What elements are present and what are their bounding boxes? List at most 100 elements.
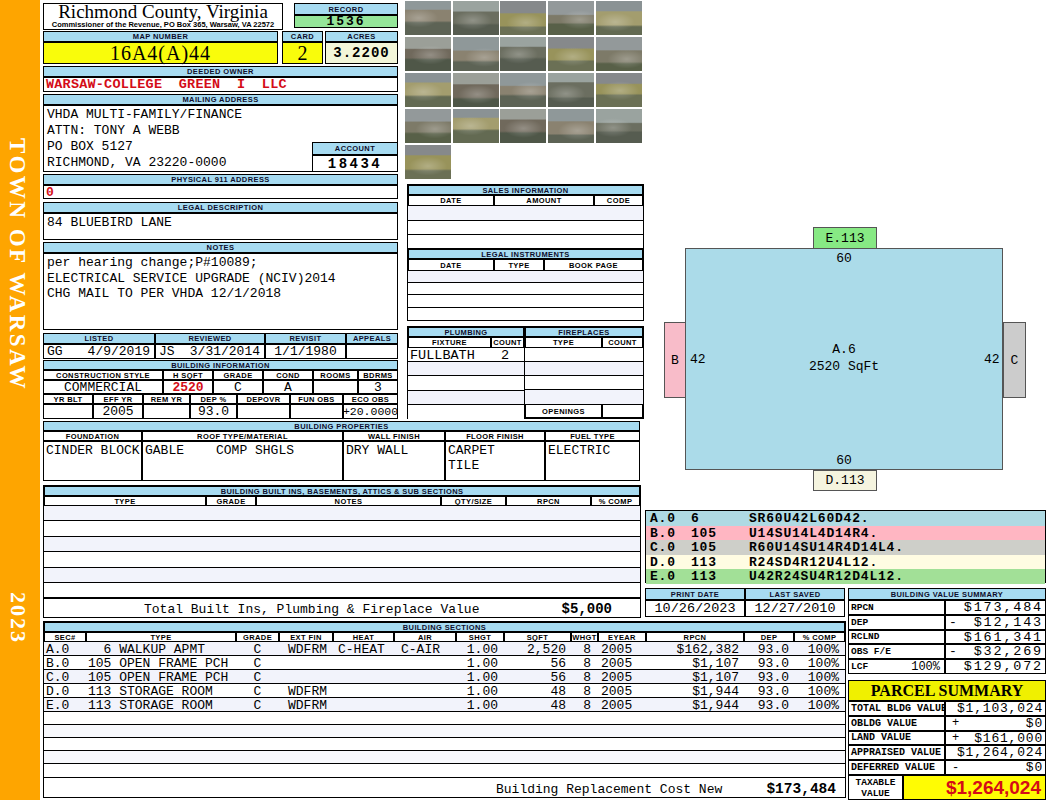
section-ext-fin: WDFRM bbox=[288, 642, 327, 657]
sketch-right-dim: 42 bbox=[984, 352, 1000, 367]
value-summary-label-obs-f-e: OBS F/E bbox=[848, 644, 945, 659]
listed-by: GG bbox=[47, 344, 63, 359]
photo-thumbnail-13[interactable] bbox=[500, 73, 546, 107]
town-banner: TOWN OF WARSAW 2023 bbox=[0, 0, 40, 800]
photo-thumbnail-19[interactable] bbox=[548, 109, 594, 143]
fireplaces-col-type: TYPE bbox=[525, 337, 602, 348]
roof-label: ROOF TYPE/MATERIAL bbox=[142, 431, 343, 441]
section-dep: 93.0 bbox=[744, 684, 789, 699]
parcel-summary: PARCEL SUMMARY TOTAL BLDG VALUE$1,103,02… bbox=[848, 680, 1046, 800]
building-replacement-row: Building Replacement Cost New $173,484 bbox=[44, 777, 845, 797]
value-summary-value-dep: -$12,143 bbox=[945, 615, 1046, 630]
section-rpcn: $1,944 bbox=[646, 698, 739, 713]
built-ins-col-notes: NOTES bbox=[256, 496, 441, 506]
county-title: Richmond County, Virginia bbox=[58, 4, 268, 20]
building-information-header: BUILDING INFORMATION bbox=[43, 360, 398, 370]
legend-row-C.0: C.0105R60U14SU14R4D14L4. bbox=[646, 540, 1045, 555]
section-comp: 100% bbox=[794, 670, 839, 685]
instruments-row-1 bbox=[408, 271, 643, 283]
banner-town-text: TOWN OF WARSAW bbox=[4, 138, 30, 391]
fireplaces-row-3 bbox=[525, 376, 643, 390]
section-row-A.0: A.0 6 WALKUP APMTCWDFRMC-HEATC-AIR1.002,… bbox=[44, 642, 845, 656]
section-comp: 100% bbox=[794, 684, 839, 699]
bi-value-bdrms: 3 bbox=[358, 380, 398, 394]
section-row-E.0: E.0113 STORAGE ROOMCWDFRM1.004882005$1,9… bbox=[44, 698, 845, 712]
section-air: C-AIR bbox=[401, 642, 440, 657]
account-label: ACCOUNT bbox=[312, 142, 398, 155]
sales-col-code: CODE bbox=[594, 195, 643, 206]
section-type: 6 WALKUP APMT bbox=[88, 642, 205, 657]
section-dep: 93.0 bbox=[744, 670, 789, 685]
account-value: 18434 bbox=[312, 155, 398, 172]
photo-thumbnail-5[interactable] bbox=[596, 1, 642, 35]
section-whgt: 8 bbox=[571, 684, 591, 699]
card-label: CARD bbox=[282, 31, 323, 42]
bi-label-h-sqft: H SQFT bbox=[163, 370, 213, 380]
built-ins-row-5 bbox=[44, 568, 640, 583]
legend-code: 105 bbox=[691, 540, 717, 555]
plumbing-fixture: FULLBATH bbox=[410, 348, 475, 363]
built-ins-row-4 bbox=[44, 552, 640, 567]
section-sec: E.0 bbox=[46, 698, 69, 713]
bi-value-h-sqft: 2520 bbox=[163, 380, 213, 394]
instruments-row-3 bbox=[408, 295, 643, 307]
section-empty-row-4 bbox=[44, 751, 845, 764]
bi-value-cond: A bbox=[263, 380, 313, 394]
building-value-summary-header: BUILDING VALUE SUMMARY bbox=[848, 588, 1046, 600]
listed-label: LISTED bbox=[43, 333, 155, 344]
sketch-section-C-label: C bbox=[1011, 353, 1019, 368]
bi-value-construction-style: COMMERCIAL bbox=[43, 380, 163, 394]
section-ext-fin: WDFRM bbox=[288, 698, 327, 713]
fireplaces-row-1 bbox=[525, 348, 643, 362]
parcel-value-appraised-value: $1,264,024 bbox=[945, 745, 1046, 760]
photo-thumbnail-10[interactable] bbox=[596, 37, 642, 71]
sales-information-header: SALES INFORMATION bbox=[408, 185, 643, 195]
photo-thumbnail-3[interactable] bbox=[500, 1, 546, 35]
photo-thumbnail-12[interactable] bbox=[453, 73, 499, 107]
plumbing-row-5 bbox=[408, 405, 524, 419]
photo-thumbnail-1[interactable] bbox=[405, 1, 451, 35]
built-ins-header: BUILDING BUILT INS, BASEMENTS, ATTICS & … bbox=[44, 486, 640, 496]
value-summary-label-dep: DEP bbox=[848, 615, 945, 630]
photo-thumbnail-16[interactable] bbox=[405, 109, 451, 143]
photo-thumbnail-9[interactable] bbox=[548, 37, 594, 71]
photo-thumbnail-4[interactable] bbox=[548, 1, 594, 35]
photo-thumbnail-7[interactable] bbox=[453, 37, 499, 71]
photo-thumbnail-11[interactable] bbox=[405, 73, 451, 107]
sketch-section-D: D.113 bbox=[813, 470, 877, 491]
photo-thumbnail-17[interactable] bbox=[453, 109, 499, 143]
photo-thumbnail-21[interactable] bbox=[405, 145, 451, 179]
photo-thumbnail-6[interactable] bbox=[405, 37, 451, 71]
map-number-value: 16A4(A)44 bbox=[43, 42, 278, 64]
photo-thumbnail-15[interactable] bbox=[596, 73, 642, 107]
fireplaces-row-4 bbox=[525, 390, 643, 404]
fireplaces-col-count: COUNT bbox=[602, 337, 643, 348]
instruments-row-2 bbox=[408, 283, 643, 295]
reviewed-value: JS3/31/2014 bbox=[155, 344, 265, 359]
sales-row-1 bbox=[408, 206, 643, 221]
section-row-B.0: B.0105 OPEN FRAME PCHC1.005682005$1,1079… bbox=[44, 656, 845, 670]
instruments-col-date: DATE bbox=[408, 259, 494, 271]
photo-thumbnail-18[interactable] bbox=[500, 109, 546, 143]
legend-trace: U42R24SU4R12D4L12. bbox=[749, 569, 904, 584]
bi-value-yr-blt bbox=[43, 404, 93, 419]
section-eyear: 2005 bbox=[601, 642, 632, 657]
bi-label-depovr: DEPOVR bbox=[237, 394, 290, 404]
section-type: 105 OPEN FRAME PCH bbox=[88, 656, 228, 671]
section-whgt: 8 bbox=[571, 642, 591, 657]
sales-col-amount: AMOUNT bbox=[494, 195, 594, 206]
section-eyear: 2005 bbox=[601, 698, 632, 713]
section-grade: C bbox=[236, 670, 279, 685]
section-dep: 93.0 bbox=[744, 642, 789, 657]
photo-thumbnail-14[interactable] bbox=[548, 73, 594, 107]
photo-thumbnail-8[interactable] bbox=[500, 37, 546, 71]
plumbing-row-4 bbox=[408, 391, 524, 405]
section-sec: B.0 bbox=[46, 656, 69, 671]
appeals-value bbox=[346, 344, 398, 359]
photo-thumbnail-20[interactable] bbox=[596, 109, 642, 143]
built-ins-col-qty-size: QTY/SIZE bbox=[441, 496, 506, 506]
section-grade: C bbox=[236, 642, 279, 657]
instruments-col-book-page: BOOK PAGE bbox=[544, 259, 643, 271]
photo-thumbnail-2[interactable] bbox=[453, 1, 499, 35]
sections-col-dep: DEP bbox=[744, 632, 794, 642]
